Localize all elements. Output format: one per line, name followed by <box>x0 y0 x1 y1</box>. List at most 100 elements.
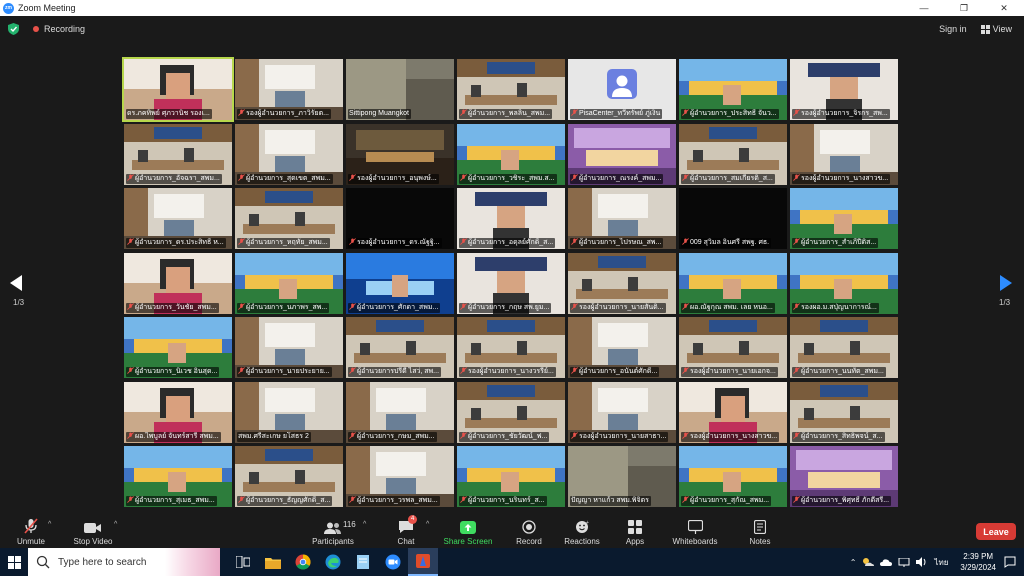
whiteboards-button[interactable]: Whiteboards <box>668 514 722 548</box>
next-page-arrow-icon[interactable] <box>1000 275 1012 291</box>
participant-tile[interactable]: ผู้อำนวยการ_นภาพร_สพ... <box>235 252 343 314</box>
participant-tile[interactable]: ผู้อำนวยการ_วันชัย_สพม... <box>124 252 232 314</box>
participant-name: ผู้อำนวยการ_อัจฉรา_สพม... <box>135 174 220 182</box>
windows-start-button[interactable] <box>0 548 28 576</box>
muted-mic-icon <box>349 496 356 503</box>
participant-tile[interactable]: รองผู้อำนวยการ_จิรกร_สพ... <box>790 59 898 120</box>
record-button[interactable]: Record <box>510 514 548 548</box>
maximize-button[interactable]: ❐ <box>944 0 984 16</box>
participant-tile[interactable]: ผู้อำนวยการ_พลลิ้น_สพม... <box>457 59 565 120</box>
zoom-app-icon[interactable] <box>378 548 408 576</box>
previous-page-arrow-icon[interactable] <box>10 275 22 291</box>
participant-tile[interactable]: ผู้อำนวยการ_สุดเขต_สพม... <box>235 123 343 185</box>
audio-options-caret-icon[interactable]: ^ <box>48 521 51 528</box>
network-icon[interactable] <box>898 557 910 567</box>
participant-tile[interactable]: Sittipong Muangkot <box>346 59 454 120</box>
participant-tile[interactable]: รองผู้อำนวยการ_นางวรรีย์... <box>457 317 565 378</box>
participant-tile[interactable]: ผู้อำนวยการ_ณรงค์_สพม... <box>568 123 676 185</box>
participant-tile[interactable]: ผู้อำนวยการ_อนันต์ศักดิ์... <box>568 317 676 378</box>
participant-tile[interactable]: ผู้อำนวยการ_อดุลย์ศักดิ์_ส... <box>457 188 565 249</box>
muted-mic-icon <box>349 302 356 310</box>
participant-tile[interactable]: ผอ.ณัฐกุณ สพม. เลย หนอ... <box>679 252 787 314</box>
participant-tile[interactable]: PisaCenter_ทวีทรัพย์ ภู่เงิน <box>568 59 676 120</box>
participant-tile[interactable]: ผู้อำนวยการ_ศักดา_สพม... <box>346 252 454 314</box>
participant-tile[interactable]: รองผู้อำนวยการ_นางสาวข... <box>679 381 787 443</box>
task-view-icon[interactable] <box>228 548 258 576</box>
participant-tile[interactable]: ผู้อำนวยการปรีดี ไสว่, สพ... <box>346 317 454 378</box>
sign-in-link[interactable]: Sign in <box>939 24 967 34</box>
participant-tile[interactable]: ผู้อำนวยการ_ชัยวัฒน์_ฟ... <box>457 381 565 443</box>
participant-tile[interactable]: ผู้อำนวยการ_พิศุทธิ์ ภักดีสรี... <box>790 446 898 507</box>
participant-tile[interactable]: ดร.ภคทิพย์ ศุภวานิช รองเ... <box>122 57 234 122</box>
participant-tile[interactable]: ผู้อำนวยการ_นนทัต_สพม... <box>790 317 898 378</box>
taskbar-search-box[interactable]: Type here to search <box>28 548 220 576</box>
participant-tile[interactable]: ผู้อำนวยการ_วชิระ_สพม.ส... <box>457 123 565 185</box>
participant-tile[interactable]: ผู้อำนวยการ_นรินทร์_ส... <box>457 446 565 507</box>
participant-tile[interactable]: สพม.ศรีสะเกษ ยโสธร 2 <box>235 381 343 443</box>
weather-icon[interactable] <box>862 557 875 567</box>
stop-video-button[interactable]: Stop Video <box>68 514 118 548</box>
participant-tile[interactable]: รองผู้อำนวยการ_นายเอกจ... <box>679 317 787 378</box>
share-screen-button[interactable]: Share Screen <box>442 514 494 548</box>
participants-caret-icon[interactable]: ^ <box>363 521 366 528</box>
input-language[interactable]: ไทย <box>934 556 948 569</box>
notepad-app-icon[interactable] <box>348 548 378 576</box>
video-options-caret-icon[interactable]: ^ <box>114 521 117 528</box>
participant-tile[interactable]: ผู้อำนวยการ_สมเกียรติ_ส... <box>679 123 787 185</box>
participant-tile[interactable]: ผู้อำนวยการ_หฤทัย_สพม... <box>235 188 343 249</box>
encryption-shield-icon[interactable] <box>8 23 19 35</box>
participant-tile[interactable]: รองผู้อำนวยการ_อนุพงษ์... <box>346 123 454 185</box>
participant-name-label: ผู้อำนวยการ_วันชัย_สพม... <box>126 302 219 313</box>
participant-tile[interactable]: ผู้อำนวยการ_ประสิทธิ์ จันว... <box>679 59 787 120</box>
chat-caret-icon[interactable]: ^ <box>426 521 429 528</box>
participant-tile[interactable]: ผู้อำนวยการ_อัจฉรา_สพม... <box>124 123 232 185</box>
notification-icon[interactable] <box>1004 556 1016 568</box>
participant-name-label: รองผู้อำนวยการ_จิรกร_สพ... <box>792 109 890 119</box>
participant-name-label: ผู้อำนวยการ_สมเกียรติ_ส... <box>681 173 775 184</box>
leave-button[interactable]: Leave <box>976 523 1016 540</box>
minimize-button[interactable]: — <box>904 0 944 16</box>
participant-tile[interactable]: ผอ.ไพบูลย์ จันทร์สารี สพม... <box>124 381 232 443</box>
unmute-button[interactable]: Unmute <box>10 514 52 548</box>
participant-tile[interactable]: รองผู้อำนวยการ_ภาวิรัยต... <box>235 59 343 120</box>
notes-button[interactable]: Notes <box>742 514 778 548</box>
close-button[interactable]: ✕ <box>984 0 1024 16</box>
participant-tile[interactable]: รองผอ.ม.สปุ่ญนาการณ์... <box>790 252 898 314</box>
file-explorer-icon[interactable] <box>258 548 288 576</box>
participant-tile[interactable]: ผู้อำนวยการ_กฤษ สพ.ยูม... <box>457 252 565 314</box>
chat-button[interactable]: Chat <box>388 514 424 548</box>
view-button[interactable]: View <box>980 24 1012 34</box>
participant-name: รองผู้อำนวยการ_ภาวิรัยต... <box>246 110 329 117</box>
tray-chevron-icon[interactable]: ⌃ <box>850 558 857 567</box>
participant-tile[interactable]: รองผู้อำนวยการ_ดร.ณัฐฐิ... <box>346 188 454 249</box>
participant-tile[interactable]: รองผู้อำนวยการ_นายสันติ... <box>568 252 676 314</box>
svg-text:+: + <box>586 520 589 526</box>
recording-status[interactable]: Recording <box>44 24 85 34</box>
active-app-icon[interactable] <box>408 548 438 576</box>
onedrive-cloud-icon[interactable] <box>880 558 893 566</box>
apps-button[interactable]: Apps <box>618 514 652 548</box>
participant-tile[interactable]: รองผู้อำนวยการ_นายสาธา... <box>568 381 676 443</box>
edge-icon[interactable] <box>318 548 348 576</box>
chrome-icon[interactable] <box>288 548 318 576</box>
participant-tile[interactable]: ผู้อำนวยการ_สำเภิ์ปีติส... <box>790 188 898 249</box>
participant-tile[interactable]: ผู้อำนวยการ_สิทธิพจน์_ส... <box>790 381 898 443</box>
participant-tile[interactable]: ผู้อำนวยการ_ไปรษณ_สพ... <box>568 188 676 249</box>
taskbar-clock[interactable]: 2:39 PM 3/29/2024 <box>960 551 996 573</box>
participant-tile[interactable]: ผู้อำนวยการ_ธัญญศักดิ์_ส... <box>235 446 343 507</box>
participant-tile[interactable]: 009 สุวิมล อินศรี สพฐ. ศธ. <box>679 188 787 249</box>
participant-tile[interactable]: ผู้อำนวยการ_ดร.ประสิทธิ์ ห... <box>124 188 232 249</box>
participant-tile[interactable]: ผู้อำนวยการ_นิเวช อินสุด... <box>124 317 232 378</box>
participant-tile[interactable]: ผู้อำนวยการ_วรพล_สพม... <box>346 446 454 507</box>
reactions-button[interactable]: + Reactions <box>560 514 604 548</box>
participant-tile[interactable]: ผู้อำนวยการ_สุเมธ_สพม... <box>124 446 232 507</box>
participant-tile[interactable]: ผู้อำนวยการ_กษม_สพม... <box>346 381 454 443</box>
participant-tile[interactable]: รองผู้อำนวยการ_นางสาวข... <box>790 123 898 185</box>
search-icon <box>36 555 50 569</box>
participant-tile[interactable]: ผู้อำนวยการ_สุกัณ_สพม... <box>679 446 787 507</box>
participant-tile[interactable]: ปัญญา หาแก้ว สพม.พิจิตร <box>568 446 676 507</box>
muted-mic-icon <box>238 173 245 181</box>
volume-icon[interactable] <box>916 557 928 567</box>
participant-tile[interactable]: ผู้อำนวยการ_นายประยาย... <box>235 317 343 378</box>
muted-mic-icon <box>127 431 134 439</box>
